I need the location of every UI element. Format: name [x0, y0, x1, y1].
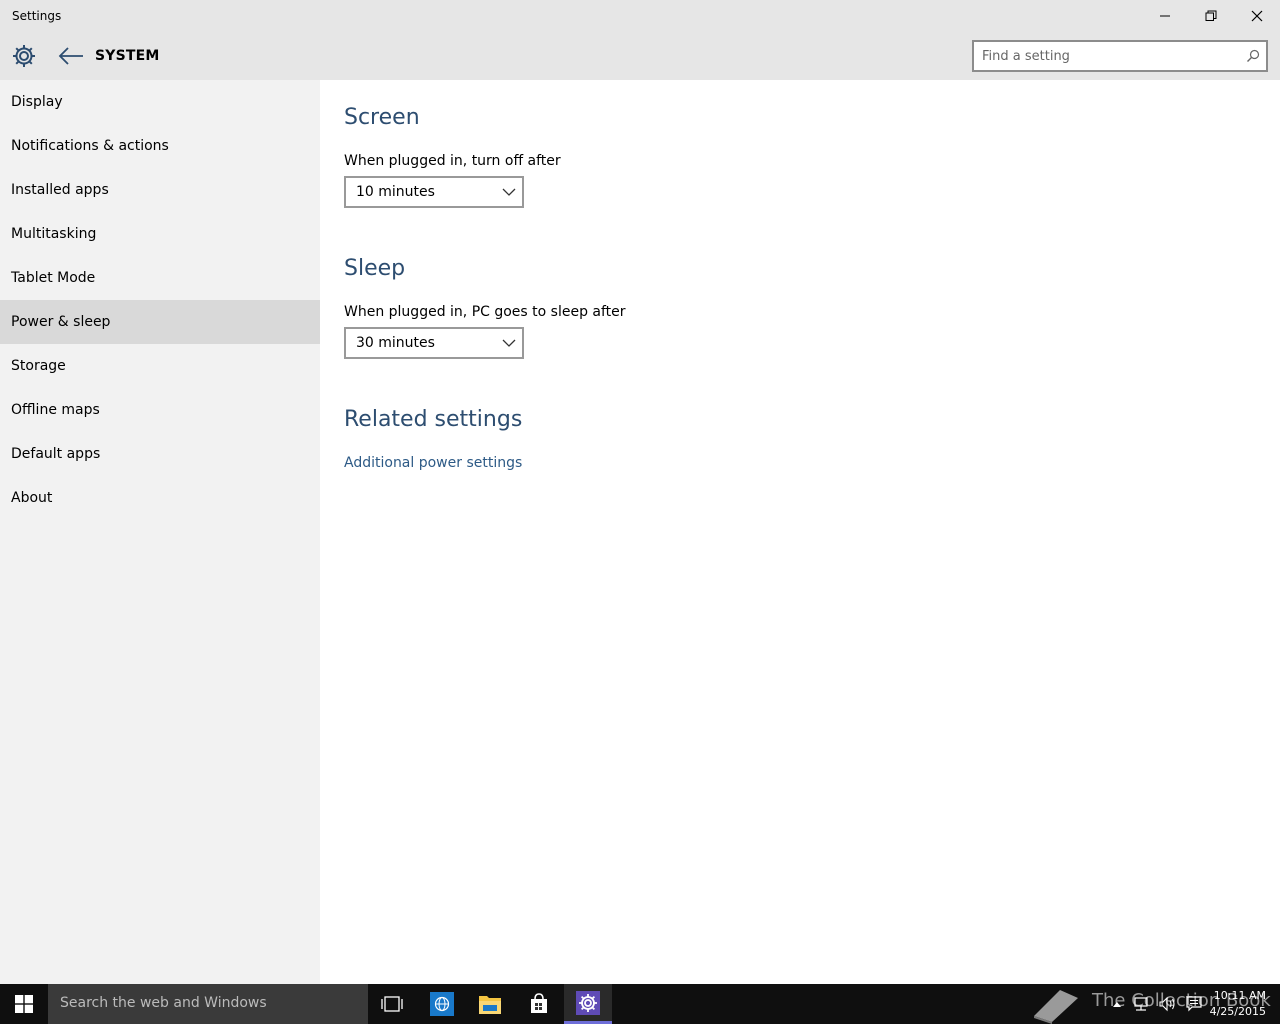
- sleep-timeout-dropdown[interactable]: 30 minutes: [344, 327, 524, 359]
- search-input[interactable]: [982, 47, 1232, 65]
- action-center-button[interactable]: [1182, 984, 1206, 1024]
- sleep-heading: Sleep: [344, 256, 406, 281]
- screen-label: When plugged in, turn off after: [344, 153, 561, 169]
- chevron-down-icon: [502, 339, 516, 347]
- message-icon: [1186, 996, 1202, 1012]
- sidebar: Display Notifications & actions Installe…: [0, 80, 320, 984]
- related-settings-heading: Related settings: [344, 407, 523, 432]
- sidebar-item-offline-maps[interactable]: Offline maps: [0, 388, 320, 432]
- sidebar-item-default-apps[interactable]: Default apps: [0, 432, 320, 476]
- section-title: SYSTEM: [95, 48, 160, 64]
- window-title: Settings: [12, 9, 62, 23]
- show-hidden-icons-button[interactable]: [1108, 984, 1126, 1024]
- sleep-timeout-value: 30 minutes: [356, 335, 435, 351]
- start-button[interactable]: [0, 984, 48, 1024]
- sidebar-item-storage[interactable]: Storage: [0, 344, 320, 388]
- clock-date: 4/25/2015: [1209, 1005, 1266, 1018]
- taskbar-app-file-explorer[interactable]: [466, 984, 514, 1024]
- minimize-icon: [1160, 15, 1170, 17]
- sidebar-item-power-sleep[interactable]: Power & sleep: [0, 300, 320, 344]
- taskbar-app-store[interactable]: [515, 984, 563, 1024]
- screen-timeout-dropdown[interactable]: 10 minutes: [344, 176, 524, 208]
- speaker-icon: [1159, 996, 1175, 1012]
- app-header: SYSTEM: [0, 32, 1280, 80]
- windows-logo-icon: [15, 995, 33, 1013]
- additional-power-settings-link[interactable]: Additional power settings: [344, 455, 522, 471]
- task-view-button[interactable]: [368, 984, 416, 1024]
- restore-icon: [1205, 10, 1217, 21]
- sidebar-item-tablet-mode[interactable]: Tablet Mode: [0, 256, 320, 300]
- sidebar-item-display[interactable]: Display: [0, 80, 320, 124]
- taskbar-app-edge[interactable]: [418, 984, 466, 1024]
- chevron-down-icon: [502, 188, 516, 196]
- clock-time: 10:11 AM: [1213, 989, 1266, 1002]
- folder-icon: [479, 996, 501, 1014]
- title-bar: Settings: [0, 0, 1280, 32]
- restore-button[interactable]: [1188, 0, 1234, 32]
- book-watermark-icon: [1034, 990, 1078, 1024]
- chevron-up-icon: [1113, 1002, 1121, 1007]
- gear-icon: [576, 990, 600, 1015]
- gear-icon: [13, 45, 35, 67]
- task-view-icon: [381, 996, 403, 1012]
- store-icon: [531, 993, 547, 1013]
- network-button[interactable]: [1130, 984, 1154, 1024]
- sidebar-item-about[interactable]: About: [0, 476, 320, 520]
- system-clock[interactable]: 10:11 AM 4/25/2015: [1210, 988, 1266, 1020]
- taskbar-search-box[interactable]: Search the web and Windows: [48, 984, 368, 1024]
- screen-timeout-value: 10 minutes: [356, 184, 435, 200]
- globe-icon: [430, 992, 454, 1016]
- sidebar-item-multitasking[interactable]: Multitasking: [0, 212, 320, 256]
- minimize-button[interactable]: [1142, 0, 1188, 32]
- back-arrow-icon[interactable]: [56, 42, 86, 70]
- sidebar-item-installed-apps[interactable]: Installed apps: [0, 168, 320, 212]
- close-button[interactable]: [1234, 0, 1280, 32]
- taskbar-search-placeholder: Search the web and Windows: [60, 995, 267, 1011]
- taskbar: Search the web and Windows The Collectio…: [0, 984, 1280, 1024]
- search-icon[interactable]: [1246, 49, 1260, 63]
- sleep-label: When plugged in, PC goes to sleep after: [344, 304, 626, 320]
- taskbar-app-settings[interactable]: [564, 984, 612, 1024]
- screen-heading: Screen: [344, 105, 420, 130]
- close-icon: [1251, 10, 1263, 22]
- sidebar-item-notifications[interactable]: Notifications & actions: [0, 124, 320, 168]
- search-box[interactable]: [972, 40, 1268, 72]
- volume-button[interactable]: [1156, 984, 1180, 1024]
- network-icon: [1134, 997, 1148, 1011]
- content-pane: Screen When plugged in, turn off after 1…: [320, 80, 1280, 984]
